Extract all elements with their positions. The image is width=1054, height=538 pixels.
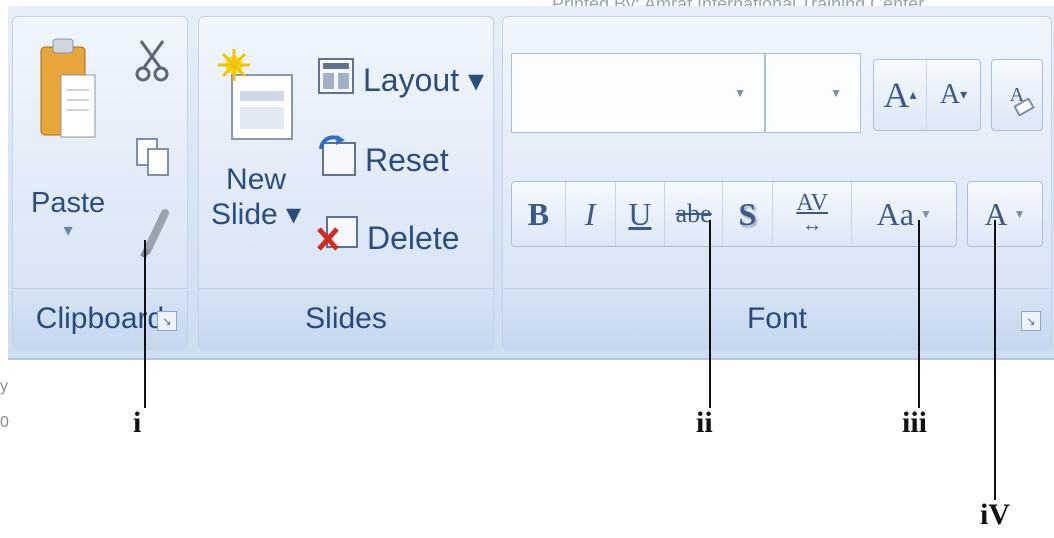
font-size-combo[interactable]: ▼	[765, 53, 861, 133]
cut-icon	[135, 39, 169, 88]
new-slide-icon	[218, 49, 294, 153]
reset-label: Reset	[365, 141, 449, 178]
cut-button[interactable]	[135, 39, 169, 88]
clear-formatting-icon: A	[992, 60, 1042, 130]
bold-icon: B	[527, 195, 550, 232]
font-color-glyph: A	[984, 195, 1008, 232]
font-color-button[interactable]: A ▼	[967, 181, 1043, 247]
reset-icon	[317, 135, 357, 185]
italic-button[interactable]: I	[566, 182, 616, 246]
reset-button[interactable]: Reset	[317, 135, 449, 185]
marker-label: ii	[696, 406, 713, 439]
delete-icon	[317, 215, 359, 261]
chevron-down-icon: ▼	[919, 206, 932, 221]
delete-label: Delete	[367, 219, 460, 256]
layout-icon	[317, 57, 355, 103]
delete-button[interactable]: Delete	[317, 215, 460, 261]
marker-label: i	[133, 406, 142, 439]
italic-icon: I	[584, 195, 596, 232]
slides-group-label: Slides	[199, 288, 493, 349]
paste-button[interactable]: Paste ▾	[31, 35, 105, 241]
leader-line	[709, 220, 711, 408]
ribbon: Paste ▾ Clipboard ↘ New Slide ▾ Layout ▾…	[8, 6, 1054, 360]
grow-font-button[interactable]: A ▴	[874, 60, 928, 130]
marker-label: iV	[980, 498, 1010, 531]
strikethrough-icon: abe	[675, 199, 712, 228]
format-painter-icon	[137, 209, 171, 264]
shadow-button[interactable]: S	[723, 182, 773, 246]
font-group-label: Font	[503, 288, 1051, 349]
clear-formatting-button[interactable]: A	[991, 59, 1043, 131]
marker-label: iii	[902, 406, 928, 439]
shrink-font-button[interactable]: A ▾	[927, 60, 980, 130]
character-spacing-button[interactable]: AV ↔	[773, 182, 853, 246]
side-fragment: 0	[0, 414, 9, 431]
layout-button[interactable]: Layout ▾	[317, 57, 484, 103]
bold-button[interactable]: B	[512, 182, 566, 246]
font-group: ▼ ▼ A ▴ A ▾ A B I U abe S AV ↔ Aa ▼ A ▼ …	[502, 16, 1052, 350]
leader-line	[994, 220, 996, 500]
font-name-combo[interactable]: ▼	[511, 53, 765, 133]
leader-line	[144, 240, 146, 408]
chevron-down-icon[interactable]: ▼	[830, 86, 842, 100]
strikethrough-button[interactable]: abe	[665, 182, 724, 246]
copy-icon	[135, 137, 171, 182]
new-slide-label: Slide ▾	[211, 198, 302, 231]
shadow-icon: S	[738, 195, 757, 232]
double-arrow-icon: ↔	[802, 214, 823, 236]
new-slide-label: New	[226, 163, 287, 196]
chevron-down-icon[interactable]: ▼	[734, 86, 746, 100]
chevron-down-icon: ▾	[63, 220, 73, 240]
shrink-font-icon: A	[939, 79, 961, 110]
character-spacing-icon: AV	[796, 190, 828, 216]
font-format-buttons: B I U abe S AV ↔ Aa ▼	[511, 181, 957, 247]
change-case-icon: Aa	[876, 195, 914, 232]
dialog-launcher-icon[interactable]: ↘	[157, 311, 177, 331]
new-slide-button[interactable]: New Slide ▾	[211, 49, 301, 232]
dialog-launcher-icon[interactable]: ↘	[1021, 311, 1041, 331]
grow-font-icon: A	[883, 75, 910, 115]
underline-icon: U	[628, 195, 652, 232]
change-case-button[interactable]: Aa ▼	[852, 182, 956, 246]
chevron-down-icon: ▼	[1013, 206, 1026, 221]
side-fragment: y	[0, 378, 8, 395]
copy-button[interactable]	[135, 137, 171, 182]
font-size-buttons: A ▴ A ▾	[873, 59, 981, 131]
leader-line	[918, 220, 920, 408]
underline-button[interactable]: U	[616, 182, 666, 246]
paste-label: Paste	[31, 187, 106, 219]
format-painter-button[interactable]	[137, 209, 171, 264]
font-color-icon: A ▼	[968, 182, 1042, 246]
clipboard-group: Paste ▾ Clipboard ↘	[12, 16, 188, 350]
paste-icon	[39, 35, 97, 153]
layout-label: Layout ▾	[363, 62, 485, 98]
slides-group: New Slide ▾ Layout ▾ Reset Delete Slides	[198, 16, 494, 350]
